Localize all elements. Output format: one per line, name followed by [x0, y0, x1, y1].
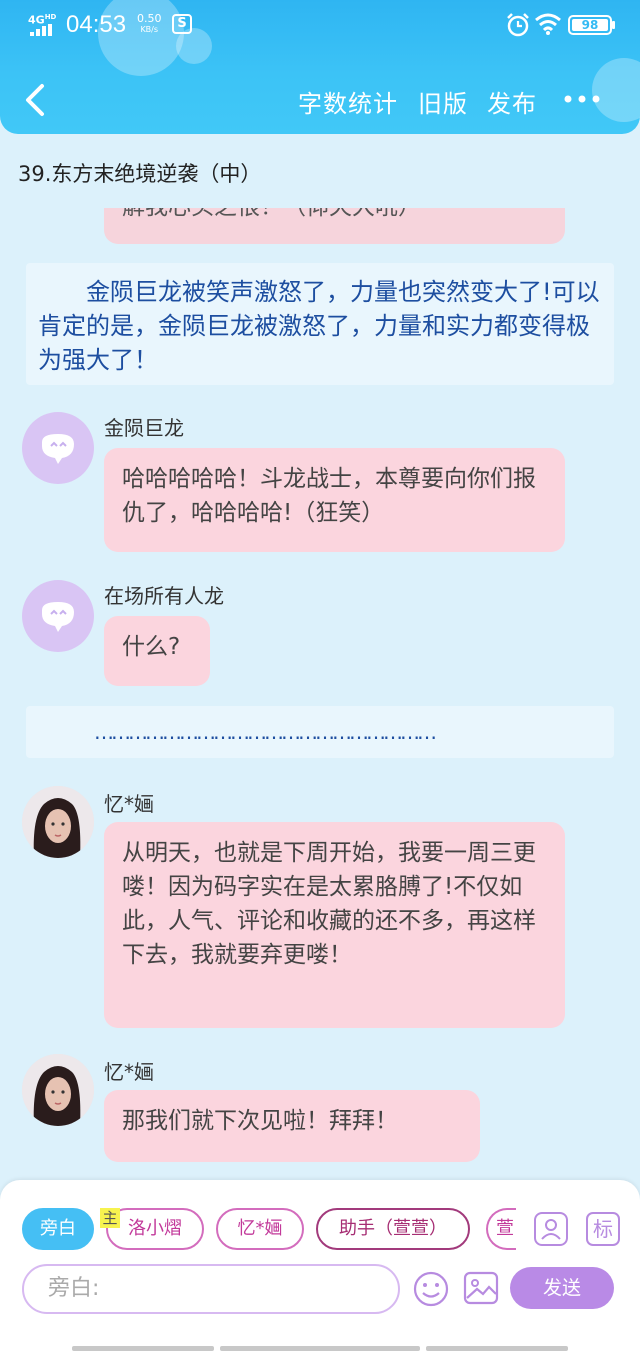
avatar[interactable]	[22, 412, 94, 484]
narration-block[interactable]: 金陨巨龙被笑声激怒了，力量也突然变大了!可以肯定的是，金陨巨龙被激怒了，力量和实…	[26, 263, 614, 385]
avatar[interactable]	[22, 1054, 94, 1126]
speaker-name: 忆*婳	[104, 1060, 154, 1084]
wifi-icon	[535, 13, 561, 35]
message-bubble[interactable]: 什么?	[104, 616, 210, 686]
ghost-icon	[42, 434, 74, 464]
avatar[interactable]	[22, 580, 94, 652]
signal-icon	[30, 24, 52, 36]
old-version-button[interactable]: 旧版	[418, 84, 468, 119]
chapter-title: 39.东方末绝境逆袭（中）	[18, 162, 262, 186]
decor-bubble	[592, 58, 640, 122]
image-icon[interactable]	[463, 1270, 499, 1306]
user-photo-icon	[22, 1054, 94, 1126]
send-button[interactable]: 发送	[510, 1267, 614, 1309]
publish-button[interactable]: 发布	[487, 84, 537, 119]
app-status-icon: S	[172, 14, 192, 34]
message-bubble: 解我心头之恨！（仰天大吼）	[104, 208, 565, 244]
avatar[interactable]	[22, 786, 94, 858]
battery-level: 98	[581, 18, 599, 32]
main-role-badge: 主	[100, 1208, 120, 1228]
back-icon[interactable]	[20, 82, 50, 118]
role-chip-luo[interactable]: 洛小熠	[106, 1208, 204, 1250]
alarm-icon	[507, 13, 529, 37]
user-photo-icon	[22, 786, 94, 858]
nav-indicator	[220, 1346, 420, 1351]
chat-area[interactable]: 解我心头之恨！（仰天大吼） 金陨巨龙被笑声激怒了，力量也突然变大了!可以肯定的是…	[0, 208, 640, 1176]
role-chip-assistant[interactable]: 助手（萱萱）	[316, 1208, 470, 1250]
speaker-name: 忆*婳	[104, 792, 154, 816]
emoji-icon[interactable]	[412, 1270, 450, 1308]
message-input[interactable]: 旁白:	[22, 1264, 400, 1314]
message-bubble[interactable]: 哈哈哈哈哈！斗龙战士，本尊要向你们报仇了，哈哈哈哈!（狂笑）	[104, 448, 565, 552]
word-count-button[interactable]: 字数统计	[298, 84, 398, 119]
status-bar: 4GHD 04:53 0.50 KB/s S 98	[0, 0, 640, 50]
message-bubble[interactable]: 从明天，也就是下周开始，我要一周三更喽！因为码字实在是太累胳膊了!不仅如此，人气…	[104, 822, 565, 1028]
narration-block[interactable]: ……………………………………………………	[26, 706, 614, 758]
speaker-name: 在场所有人龙	[104, 584, 224, 608]
user-card-icon[interactable]	[534, 1212, 568, 1246]
tag-button[interactable]: 标	[586, 1212, 620, 1246]
speaker-name: 金陨巨龙	[104, 416, 184, 440]
battery-icon: 98	[568, 15, 612, 35]
role-chip-yihua[interactable]: 忆*婳	[216, 1208, 304, 1250]
network-speed: 0.50 KB/s	[137, 12, 162, 34]
composer-panel: 旁白 洛小熠 主 忆*婳 助手（萱萱） 萱 标 旁白: 发送	[0, 1180, 640, 1351]
clock: 04:53	[66, 11, 127, 38]
ghost-icon	[42, 602, 74, 632]
message-bubble[interactable]: 那我们就下次见啦！拜拜！	[104, 1090, 480, 1162]
role-chip-narration[interactable]: 旁白	[22, 1208, 94, 1250]
more-dots-icon[interactable]	[562, 94, 602, 104]
app-header: 4GHD 04:53 0.50 KB/s S 98 字数统计 旧版 发布	[0, 0, 640, 134]
nav-indicator	[72, 1346, 214, 1351]
nav-indicator	[426, 1346, 568, 1351]
role-chip-more[interactable]: 萱	[486, 1208, 516, 1250]
